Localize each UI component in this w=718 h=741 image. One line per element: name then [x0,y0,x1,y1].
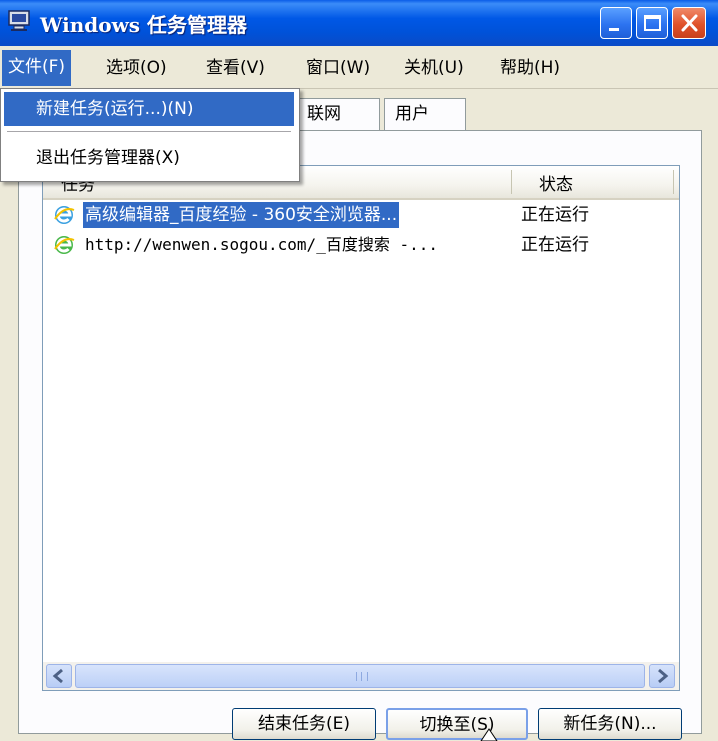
new-task-button[interactable]: 新任务(N)... [538,708,682,740]
menu-item-exit-task-manager[interactable]: 退出任务管理器(X) [4,141,294,175]
menu-shutdown[interactable]: 关机(U) [398,55,470,81]
task-name: http://wenwen.sogou.com/_百度搜索 -... [85,235,438,254]
task-name: 高级编辑器_百度经验 - 360安全浏览器... [83,202,400,228]
maximize-button[interactable] [636,7,668,39]
task-status: 正在运行 [521,205,589,225]
scroll-right-button[interactable] [649,664,675,688]
menu-help[interactable]: 帮助(H) [494,55,566,81]
task-list[interactable]: 任务 状态 高级编辑器_百度经验 - 360安全浏览器... 正在运行 http… [42,165,680,691]
task-manager-app-icon [8,10,32,32]
menu-item-new-task-run[interactable]: 新建任务(运行...)(N) [4,92,294,126]
table-row[interactable]: 高级编辑器_百度经验 - 360安全浏览器... 正在运行 [43,200,679,230]
title-bar[interactable]: Windows 任务管理器 [0,0,718,46]
menu-file[interactable]: 文件(F) [2,50,72,86]
menu-bar: 文件(F) 选项(O) 查看(V) 窗口(W) 关机(U) 帮助(H) [0,46,718,89]
minimize-button[interactable] [600,7,632,39]
menu-separator [7,131,291,132]
menu-window[interactable]: 窗口(W) [300,55,376,81]
end-task-button[interactable]: 结束任务(E) [232,708,376,740]
table-row[interactable]: http://wenwen.sogou.com/_百度搜索 -... 正在运行 [43,230,679,260]
scrollbar-thumb[interactable] [75,664,645,688]
menu-options[interactable]: 选项(O) [100,55,173,81]
task-manager-window: Windows 任务管理器 文件(F) 选项(O) 查看(V) 窗口(W) 关机… [0,0,718,741]
column-divider[interactable] [673,170,674,194]
scroll-left-button[interactable] [46,664,72,688]
horizontal-scrollbar[interactable] [43,662,679,690]
column-divider[interactable] [511,170,512,194]
ie-browser-icon [53,204,75,226]
window-title: Windows 任务管理器 [40,13,248,37]
tab-users[interactable]: 用户 [384,98,466,130]
switch-to-button[interactable]: 切换至(S) [386,708,528,740]
scrollbar-grip [356,672,368,681]
ie-browser-icon [53,234,75,256]
menu-view[interactable]: 查看(V) [200,55,271,81]
column-header-status[interactable]: 状态 [539,170,573,195]
task-status: 正在运行 [521,235,589,255]
file-menu-dropdown: 新建任务(运行...)(N) 退出任务管理器(X) [0,88,300,182]
close-button[interactable] [672,7,706,39]
tab-networking[interactable]: 联网 [296,98,380,130]
